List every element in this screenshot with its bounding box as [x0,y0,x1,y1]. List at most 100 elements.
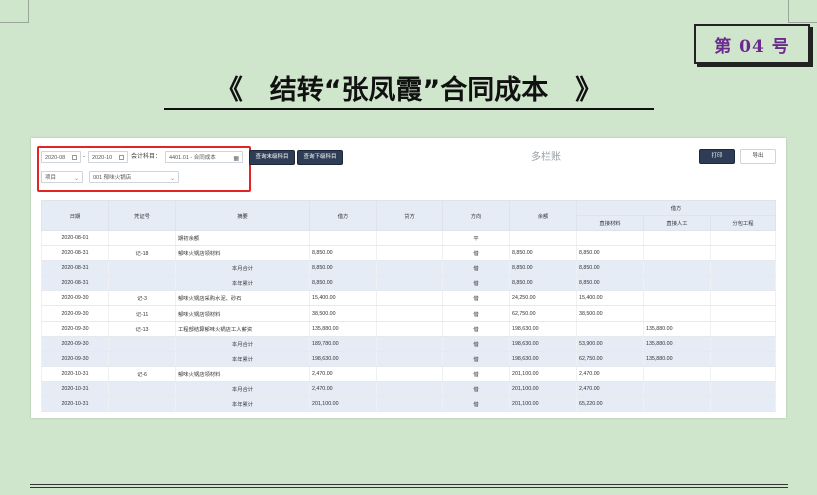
cell-date: 2020-09-30 [41,336,109,352]
date-from-input[interactable]: 2020-08 [41,151,81,163]
account-label: 会计科目： [131,154,162,160]
cell-summary: 工程部结算郁味火锅店工人薪资 [175,321,310,337]
cell-credit [376,366,443,382]
cell-voucher [108,336,176,352]
cell-direction: 借 [442,290,510,307]
query-sub-account-button[interactable]: 查询下级科目 [297,150,343,165]
cell-voucher [108,381,176,398]
page-corner-mark-right [788,0,817,23]
cell-debit: 201,100.00 [309,396,377,413]
cell-debit: 8,850.00 [309,245,377,262]
cell-direct-material: 8,850.00 [576,275,644,292]
table-row: 2020-10-31 记-6 郁味火锅店领材料 2,470.00 借 201,100.00… [41,366,777,382]
cell-subcontract [709,351,777,367]
table-row: 2020-08-01 期初余额 平 [41,230,777,247]
cell-date: 2020-08-31 [41,275,109,292]
cell-direct-labor [643,381,711,398]
cell-credit [376,336,443,352]
cell-debit: 15,400.00 [309,290,377,307]
table-row: 2020-08-31 本月合计 8,850.00 借 8,850.00 8,850.00 [41,260,777,277]
col-header-direction: 方向 [442,200,510,231]
cell-subcontract [709,336,777,352]
chevron-down-icon: ⌄ [169,176,175,182]
cell-direct-material: 2,470.00 [576,381,644,398]
cell-direct-material: 8,850.00 [576,260,644,277]
cell-direct-labor [643,275,711,292]
cell-voucher [108,260,176,277]
dimension-value: 项目 [45,175,57,181]
col-header-date: 日期 [41,200,109,231]
cell-subcontract [709,290,777,307]
cell-direct-material: 62,750.00 [576,351,644,367]
cell-summary: 期初余额 [175,230,310,247]
table-row: 2020-10-31 本月合计 2,470.00 借 201,100.00 2,470.0… [41,381,777,398]
cell-direct-material: 2,470.00 [576,366,644,382]
export-button[interactable]: 导出 [740,149,776,164]
cell-direct-material [576,321,644,337]
calendar-icon [119,155,124,160]
cell-date: 2020-09-30 [41,290,109,307]
cell-date: 2020-09-30 [41,305,109,322]
cell-subcontract [709,230,777,247]
date-from-value: 2020-08 [45,155,66,161]
cell-debit: 189,780.00 [309,336,377,352]
cell-date: 2020-08-31 [41,245,109,262]
cell-debit: 8,850.00 [309,260,377,277]
col-header-balance: 余额 [509,200,577,231]
col-header-voucher: 凭证号 [108,200,176,231]
cell-direction: 借 [442,351,510,367]
project-value: 001 郁味火锅店 [93,175,132,181]
cell-direction: 借 [442,245,510,262]
cell-credit [376,230,443,247]
cell-voucher: 记-6 [108,366,176,382]
cell-direction: 借 [442,336,510,352]
cell-balance [509,230,577,247]
cell-credit [376,275,443,292]
dimension-select[interactable]: 项目 ⌄ [41,171,83,183]
col-header-direct-material: 直接材料 [576,215,644,231]
cell-balance: 198,630.00 [509,321,577,337]
page-corner-mark-left [0,0,29,23]
cell-date: 2020-10-31 [41,381,109,398]
table-row: 2020-10-31 本年累计 201,100.00 借 201,100.00 65,22… [41,396,777,413]
account-input[interactable]: 4401.01 - 合同成本 ▦ [165,151,243,163]
cell-voucher: 记-18 [108,245,176,262]
cell-summary: 本年累计 [175,275,310,292]
ledger-title: 多栏账 [531,152,561,163]
chevron-down-icon: ⌄ [73,176,79,182]
cell-summary: 郁味火锅店领材料 [175,305,310,322]
cell-date: 2020-10-31 [41,366,109,382]
cell-direction: 借 [442,305,510,322]
cell-direction: 借 [442,275,510,292]
cell-debit: 2,470.00 [309,366,377,382]
cell-credit [376,305,443,322]
cell-subcontract [709,366,777,382]
cell-balance: 201,100.00 [509,396,577,413]
project-select[interactable]: 001 郁味火锅店 ⌄ [89,171,179,183]
cell-credit [376,396,443,413]
cell-direct-labor: 135,880.00 [643,336,711,352]
cell-voucher: 记-3 [108,290,176,307]
cell-date: 2020-08-31 [41,260,109,277]
cell-balance: 62,750.00 [509,305,577,322]
cell-credit [376,290,443,307]
cell-debit [309,230,377,247]
cell-voucher [108,351,176,367]
cell-date: 2020-09-30 [41,321,109,337]
table-row: 2020-09-30 记-3 郁味火锅店采购水泥、砂石 15,400.00 借 24,25… [41,290,777,307]
cell-date: 2020-09-30 [41,351,109,367]
cell-direct-material [576,230,644,247]
print-button[interactable]: 打印 [699,149,735,164]
cell-subcontract [709,321,777,337]
col-header-subcontract: 分包工程 [709,215,777,231]
cell-direct-labor: 135,880.00 [643,321,711,337]
cell-credit [376,351,443,367]
date-to-input[interactable]: 2020-10 [88,151,128,163]
cell-subcontract [709,245,777,262]
lookup-icon: ▦ [233,156,239,162]
document-number: 第 04 号 [714,36,790,57]
cell-direction: 借 [442,366,510,382]
query-leaf-account-button[interactable]: 查询末级科目 [249,150,295,165]
cell-balance: 8,850.00 [509,260,577,277]
cell-summary: 本年累计 [175,351,310,367]
